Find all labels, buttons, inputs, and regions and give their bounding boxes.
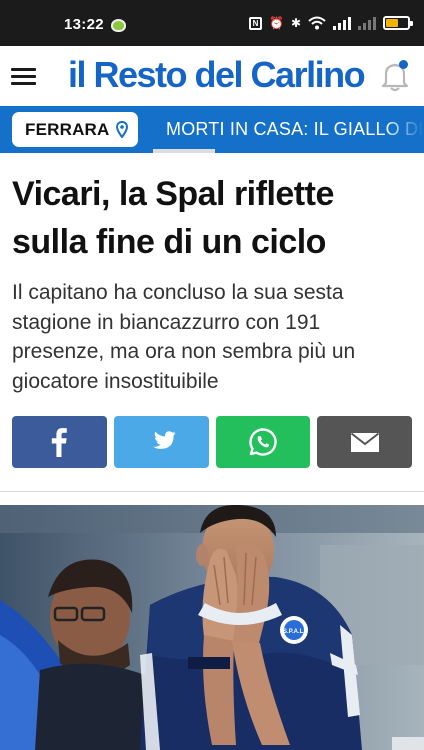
hamburger-menu-icon[interactable] [11,68,36,86]
divider [0,491,424,492]
notification-badge [399,60,408,69]
article-subtitle: Il capitano ha concluso la sua sesta sta… [12,281,356,393]
signal-icon [333,16,351,30]
share-email-button[interactable] [317,416,412,468]
article-title: Vicari, la Spal riflette sulla fine di u… [12,175,334,261]
share-buttons [12,416,412,468]
signal-secondary-icon [358,16,376,30]
whatsapp-icon [249,428,277,456]
jersey-crest-text: S.P.A.L. [283,629,305,635]
app-notification-icon [111,19,126,32]
wifi-icon [308,16,326,30]
nfc-icon: N [248,16,262,30]
share-facebook-button[interactable] [12,416,107,468]
ticker-indicator [153,149,215,153]
battery-icon [383,16,413,30]
status-bar: 13:22 N ⏰ ✱ [0,0,424,46]
site-logo[interactable]: il Resto del Carlino [68,55,366,95]
location-pin-icon [115,121,128,138]
city-label: FERRARA [25,119,110,139]
ticker-fade [384,106,424,153]
city-selector[interactable]: FERRARA [12,112,138,147]
status-time: 13:22 [64,16,104,33]
site-header: il Resto del Carlino [0,46,424,106]
breaking-news-bar: FERRARA MORTI IN CASA: IL GIALLO DI [0,106,424,153]
twitter-icon [153,430,176,449]
bell-icon[interactable] [380,60,410,92]
envelope-icon [350,432,379,452]
article-photo[interactable]: S.P.A.L. [0,505,424,750]
bluetooth-icon: ✱ [290,16,301,30]
facebook-icon [52,428,68,457]
share-whatsapp-button[interactable] [215,416,311,468]
football-player-photo: S.P.A.L. [0,505,424,750]
alarm-icon: ⏰ [268,16,284,30]
share-twitter-button[interactable] [113,416,209,468]
status-icons: N ⏰ ✱ [248,15,413,31]
